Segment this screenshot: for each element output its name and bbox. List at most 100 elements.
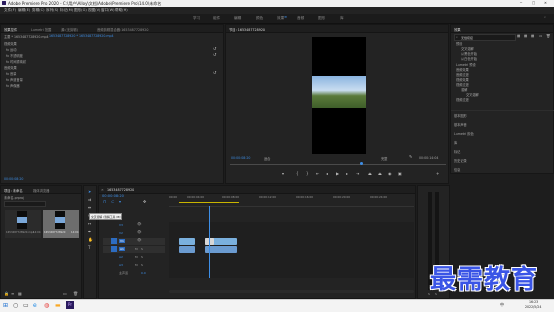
mark-out-icon[interactable]: } — [306, 172, 309, 176]
section-essential-sound[interactable]: 基本声音 — [454, 122, 467, 128]
ripple-edit-tool-icon[interactable]: ⇹ — [88, 206, 91, 210]
track-label[interactable]: A3 — [119, 263, 123, 267]
pen-tool-icon[interactable]: ✒ — [88, 230, 91, 234]
section-lumetri-color[interactable]: Lumetri 颜色 — [454, 131, 474, 137]
clock-date[interactable]: 2022/5/24 — [525, 305, 541, 309]
accelerated-effects-icon[interactable]: ▦ — [517, 34, 520, 38]
menu-file[interactable]: 文件(F) — [4, 8, 16, 13]
yuv-effects-icon[interactable]: ▦ — [531, 34, 534, 38]
toggle-output-icon[interactable]: 👁 — [137, 230, 141, 234]
new-bin-icon[interactable]: ▭ — [539, 34, 542, 38]
audio-clip-a[interactable] — [179, 246, 195, 253]
menu-marker[interactable]: 标记(M) — [60, 8, 73, 13]
wrench-icon[interactable]: ✎ — [409, 155, 412, 159]
extract-icon[interactable]: ⏏ — [378, 172, 382, 176]
effects-search-box[interactable]: ⌕ 无缝衔接 — [454, 34, 516, 41]
file-explorer-icon[interactable]: ▬ — [55, 302, 61, 309]
sequence-clip-label[interactable]: 1653487728920 * 1653487728920.mp4 — [49, 34, 114, 40]
track-lanes[interactable] — [169, 206, 414, 278]
track-label[interactable]: A1 — [119, 247, 125, 251]
workspace-graphics[interactable]: 图形 — [318, 16, 325, 21]
solo-button[interactable]: S — [141, 255, 143, 259]
mute-button[interactable]: M — [135, 255, 138, 259]
close-sequence-icon[interactable]: ✕ — [101, 188, 104, 192]
add-button-icon[interactable]: + — [436, 172, 439, 176]
add-marker-icon[interactable]: ▾ — [119, 200, 121, 204]
project-item-sequence[interactable]: 1653487728920 14:04 — [43, 210, 79, 238]
fit-dropdown[interactable]: 适合 — [264, 156, 270, 162]
work-area-bar[interactable] — [179, 202, 239, 203]
track-label[interactable]: V1 — [119, 239, 125, 243]
timeline-zoom-scrollbar[interactable] — [169, 290, 414, 293]
program-timecode[interactable]: 00:00:08:20 — [231, 156, 250, 162]
mark-in-icon[interactable]: { — [296, 172, 299, 176]
section-history[interactable]: 历史记录 — [454, 158, 467, 164]
premiere-taskbar-icon[interactable]: Pr — [66, 301, 74, 309]
lock-icon[interactable]: 🔒 — [4, 292, 9, 296]
timeline-settings-icon[interactable]: ✥ — [143, 200, 146, 204]
step-forward-icon[interactable]: ▸ — [346, 172, 348, 176]
workspace-assembly[interactable]: 组件 — [213, 16, 220, 21]
track-label[interactable]: V3 — [119, 223, 123, 227]
track-header-v3[interactable]: V3 👁 — [103, 222, 165, 229]
go-to-in-icon[interactable]: ⇤ — [316, 172, 319, 176]
track-header-v2[interactable]: V2 👁 — [103, 230, 165, 237]
master-clip-label[interactable]: 主要 * 1653487728920.mp4 — [4, 34, 49, 40]
list-view-icon[interactable]: ≡ — [11, 292, 14, 296]
workspace-color[interactable]: 颜色 — [256, 16, 263, 21]
menu-window[interactable]: 窗口(W) — [101, 8, 115, 13]
tab-effects[interactable]: 效果 — [454, 27, 461, 32]
workspace-learn[interactable]: 学习 — [193, 16, 200, 21]
section-essential-graphics[interactable]: 基本图形 — [454, 113, 467, 119]
track-header-a1[interactable]: A1 M S — [103, 246, 165, 253]
solo-button[interactable]: S — [141, 263, 143, 267]
step-back-icon[interactable]: ◂ — [326, 172, 328, 176]
menu-view[interactable]: 视图(V) — [88, 8, 100, 13]
tab-project[interactable]: 项目: 未命名 — [4, 188, 23, 193]
mute-button[interactable]: M — [135, 247, 138, 251]
minimize-button[interactable]: ─ — [520, 1, 522, 5]
selection-tool-icon[interactable]: ➤ — [88, 190, 91, 194]
mute-button[interactable]: M — [135, 263, 138, 267]
project-search-box[interactable] — [4, 201, 46, 207]
slip-tool-icon[interactable]: ↔ — [88, 222, 91, 226]
maximize-button[interactable]: □ — [532, 1, 535, 5]
tab-sequence[interactable]: 1653487728920 — [107, 188, 134, 192]
master-volume-value[interactable]: 0.0 — [141, 271, 146, 275]
solo-button[interactable]: S — [141, 247, 143, 251]
export-frame-icon[interactable]: ◉ — [388, 172, 392, 176]
track-header-a3[interactable]: A3 M S — [103, 262, 165, 269]
program-scrub-bar[interactable] — [230, 164, 446, 165]
reset-icon[interactable]: ↺ — [213, 53, 216, 57]
clock-time[interactable]: 16:23 — [529, 300, 538, 304]
32bit-effects-icon[interactable]: ▦ — [524, 34, 527, 38]
project-item-clip[interactable]: 1653487728920.mp4 14:04 — [5, 210, 41, 238]
effect-controls-timecode[interactable]: 00:00:08:20 — [4, 177, 23, 183]
edge-browser-icon[interactable]: e — [33, 302, 37, 309]
track-select-tool-icon[interactable]: ⇉ — [88, 198, 91, 202]
track-header-v1[interactable]: V1 👁 — [103, 238, 165, 245]
comparison-view-icon[interactable]: ▣ — [398, 172, 402, 176]
menu-graphics[interactable]: 图形(G) — [74, 8, 87, 13]
workspace-libraries[interactable]: 库 — [340, 16, 344, 21]
new-item-icon[interactable]: ▭ — [63, 292, 67, 296]
tab-media-browser[interactable]: 媒体浏览器 — [33, 188, 49, 193]
program-playhead[interactable] — [360, 162, 363, 165]
tab-audio-clip-mixer[interactable]: 音频剪辑混合器:1653487728920 — [97, 27, 148, 32]
section-markers[interactable]: 标记 — [454, 149, 460, 155]
menu-clip[interactable]: 剪辑(C) — [32, 8, 45, 13]
workspace-editing[interactable]: 编辑 — [234, 16, 241, 21]
master-track-header[interactable]: 主声道 0.0 — [103, 270, 165, 277]
video-clip-a[interactable] — [179, 238, 195, 245]
effects-search-input[interactable]: 无缝衔接 — [461, 36, 473, 40]
tab-program[interactable]: 节目: 1653487728920 — [229, 27, 265, 32]
time-ruler[interactable]: 00:00 00:00:04:00 00:00:08:00 00:00:12:0… — [169, 194, 414, 207]
track-label[interactable]: A2 — [119, 255, 123, 259]
section-libraries[interactable]: 库 — [454, 140, 457, 146]
menu-help[interactable]: 帮助(H) — [115, 8, 128, 13]
section-info[interactable]: 信息 — [454, 167, 460, 173]
windows-start-icon[interactable]: ⊞ — [3, 302, 8, 309]
type-tool-icon[interactable]: T — [88, 246, 90, 250]
icon-view-icon[interactable]: ▦ — [18, 292, 22, 296]
effect-panner[interactable]: fx 声像器 — [6, 83, 20, 89]
